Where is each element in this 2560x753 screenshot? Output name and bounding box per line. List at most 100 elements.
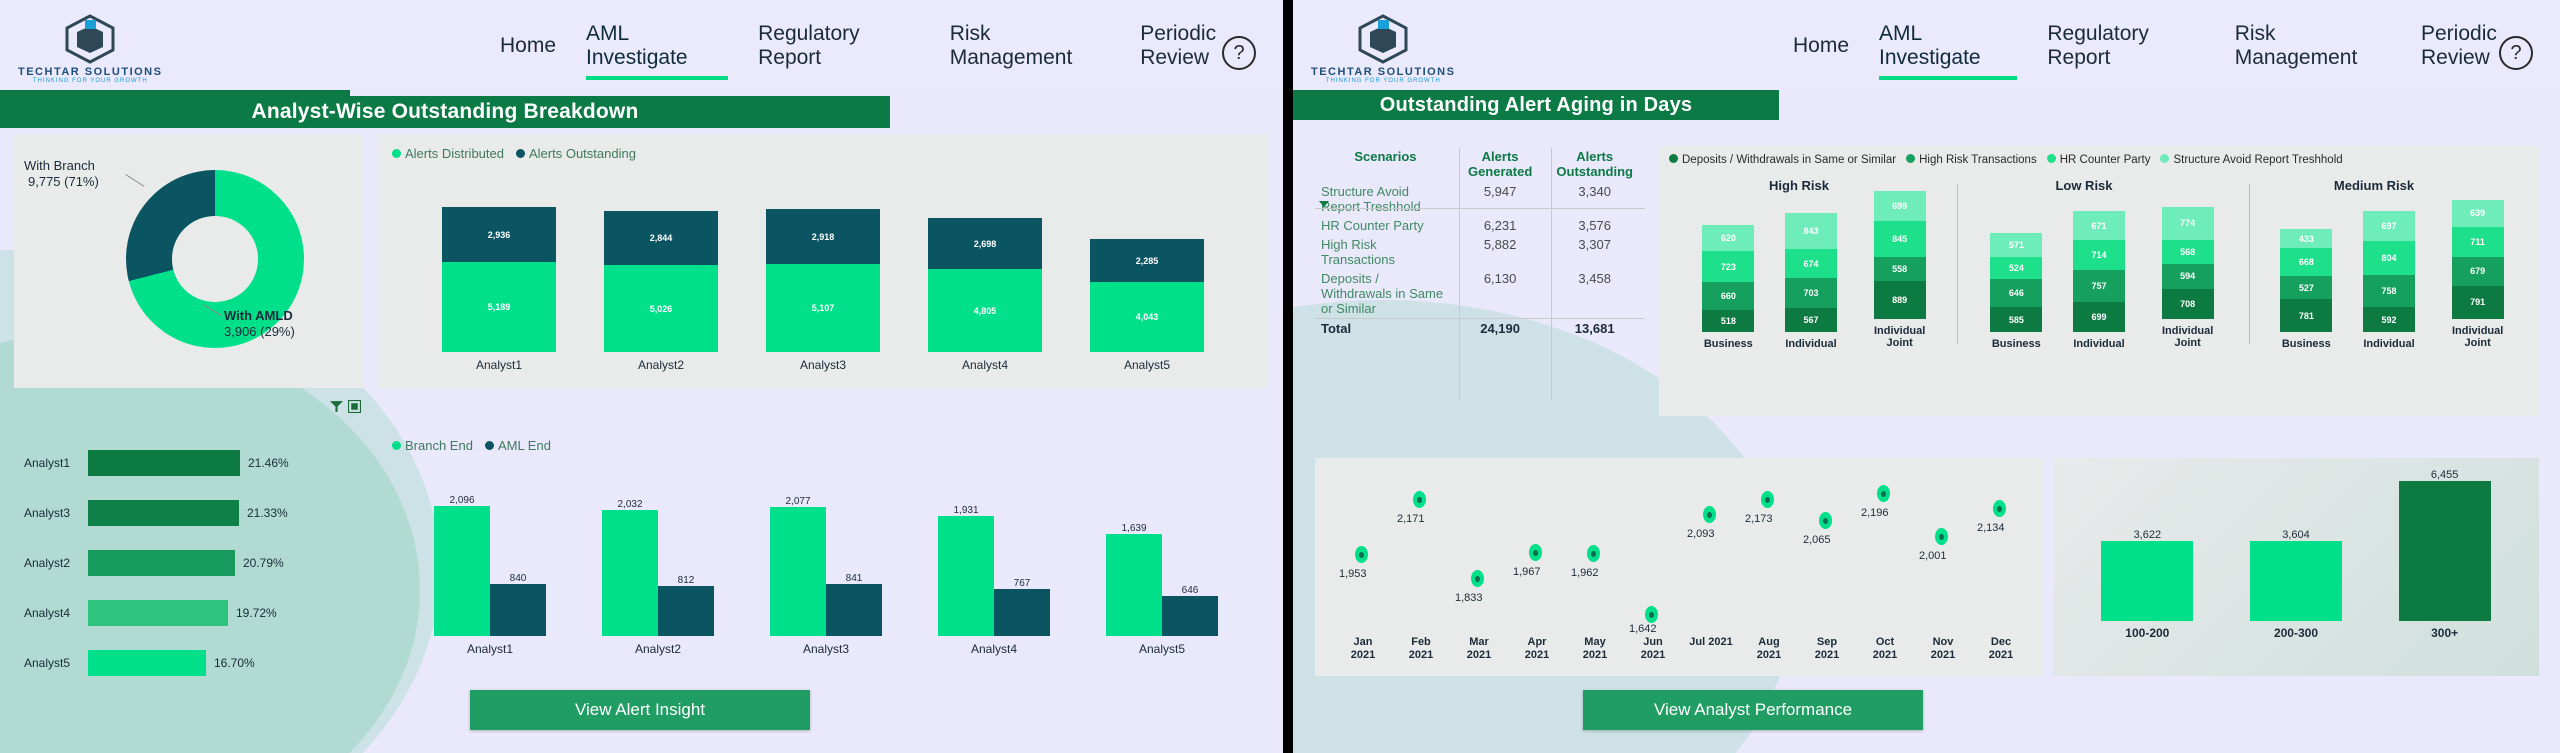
analyst-count-card: Alerts Distributed Alerts Outstanding 2,… [378,134,1268,388]
legend-item-high-risk-transactions[interactable]: High Risk Transactions [1906,154,2037,166]
nav-item-home[interactable]: Home [1793,34,1849,68]
stack-bar-business[interactable]: 433 668 527 781 Business [2280,229,2333,350]
bar-aml-end [1162,596,1218,636]
hbar-chart-card: Analyst1 21.46% Analyst3 21.33% Analyst2… [14,432,364,732]
legend-item-structure-avoid[interactable]: Structure Avoid Report Treshhold [2160,154,2343,166]
column-group-analyst1[interactable]: 2,936 5,189 Analyst1 [442,207,556,372]
focus-mode-icon[interactable] [348,400,361,418]
data-point-dec[interactable] [1993,500,2006,517]
screen-divider [1283,0,1293,753]
group-divider [2249,184,2250,344]
data-point-aug[interactable] [1761,491,1774,508]
column-group-analyst3[interactable]: 2,077 841 Analyst3 [770,496,882,656]
data-point-apr[interactable] [1529,544,1542,561]
brand-tagline: THINKING FOR YOUR GROWTH [1325,78,1441,84]
stack-bar-individual-joint[interactable]: 639 711 679 791 Individual Joint [2446,199,2510,350]
panel-title-analyst-breakdown: Analyst-Wise Outstanding Breakdown [0,96,890,128]
hbar-fill [88,500,239,526]
col-header-scenarios[interactable]: Scenarios [1315,146,1456,182]
x-tick-label: Individual [2073,338,2125,350]
stack-bar-business[interactable]: 620 723 660 518 Business [1702,225,1755,350]
legend-item-deposits-withdrawals[interactable]: Deposits / Withdrawals in Same or Simila… [1669,154,1896,166]
nav-item-risk-management[interactable]: Risk Management [2235,22,2391,80]
brand-logo[interactable]: TECHTAR SOLUTIONS THINKING FOR YOUR GROW… [1311,14,1455,84]
segment-distributed: 4,805 [928,269,1042,352]
stack-bar-individual-joint[interactable]: 699 845 558 889 Individual Joint [1868,190,1932,350]
hbar-value: 19.72% [236,606,277,620]
column-group-analyst1[interactable]: 2,096 840 Analyst1 [434,495,546,656]
help-icon[interactable]: ? [2499,36,2533,70]
data-point-oct[interactable] [1877,485,1890,502]
cell-scenario: HR Counter Party [1321,218,1424,233]
help-icon[interactable]: ? [1222,36,1256,70]
nav-item-periodic-review[interactable]: Periodic Review [1140,22,1283,80]
hbar-fill [88,450,240,476]
col-header-alerts-outstanding[interactable]: Alerts Outstanding [1544,146,1645,182]
hbar-row-analyst1[interactable]: Analyst1 21.46% [24,450,289,476]
seg-deposits: 567 [1784,308,1837,332]
stack-group-medium-risk: 433 668 527 781 Business 697 804 758 592 [2265,199,2525,350]
donut-chart-card: With Branch 9,775 (71%) With AMLD 3,906 (2… [14,134,364,388]
bar-value: 3,604 [2282,529,2310,541]
column-group-analyst5[interactable]: 2,285 4,043 Analyst5 [1090,239,1204,372]
view-analyst-performance-button[interactable]: View Analyst Performance [1583,690,1923,730]
legend-item-alerts-distributed[interactable]: Alerts Distributed [392,146,504,161]
x-tick-label: Analyst2 [634,642,682,656]
table-row[interactable]: Structure Avoid Report Treshhold 5,947 3… [1315,182,1645,216]
aging-bar-300-plus[interactable]: 6,455 300+ [2398,469,2491,640]
seg-hr-counter-party: 711 [2451,226,2504,257]
hbar-row-analyst5[interactable]: Analyst5 16.70% [24,650,255,676]
hbar-row-analyst3[interactable]: Analyst3 21.33% [24,500,288,526]
view-alert-insight-button[interactable]: View Alert Insight [470,690,810,730]
data-point-jul[interactable] [1703,506,1716,523]
nav-item-risk-management[interactable]: Risk Management [950,22,1111,80]
data-point-nov[interactable] [1935,528,1948,545]
cell-generated: 5,882 [1483,237,1517,252]
aging-bar-100-200[interactable]: 3,622 100-200 [2101,529,2194,640]
stack-bar-business[interactable]: 571 524 646 585 Business [1990,233,2043,350]
nav-item-aml-investigate[interactable]: AML Investigate [586,22,729,80]
stack-bar-individual-joint[interactable]: 774 568 594 708 Individual Joint [2156,206,2220,350]
data-point-feb[interactable] [1413,491,1426,508]
hbar-row-analyst2[interactable]: Analyst2 20.79% [24,550,284,576]
column-group-analyst4[interactable]: 2,698 4,805 Analyst4 [928,218,1042,372]
column-group-analyst5[interactable]: 1,639 646 Analyst5 [1106,523,1218,656]
legend-item-aml-end[interactable]: AML End [484,438,551,453]
data-point-may[interactable] [1587,545,1600,562]
table-row[interactable]: Deposits / Withdrawals in Same or Simila… [1315,269,1645,319]
stack-bar-individual[interactable]: 697 804 758 592 Individual [2362,211,2415,350]
stack-bar-individual[interactable]: 671 714 757 699 Individual [2072,211,2125,350]
nav-item-home[interactable]: Home [500,34,556,68]
x-tick-label: Business [1703,338,1753,350]
x-tick-label: 200-300 [2273,626,2318,640]
column-group-analyst4[interactable]: 1,931 767 Analyst4 [938,505,1050,656]
column-group-analyst2[interactable]: 2,032 812 Analyst2 [602,499,714,656]
x-tick-apr: Apr 2021 [1524,636,1550,661]
col-header-alerts-generated[interactable]: Alerts Generated [1456,146,1545,182]
aging-bar-200-300[interactable]: 3,604 200-300 [2249,529,2342,640]
legend-item-branch-end[interactable]: Branch End [392,438,473,453]
seg-hr-counter-party: 674 [1784,249,1837,278]
legend-item-alerts-outstanding[interactable]: Alerts Outstanding [515,146,636,161]
data-point-sep[interactable] [1819,512,1832,529]
table-row[interactable]: HR Counter Party 6,231 3,576 [1315,216,1645,235]
hbar-row-analyst4[interactable]: Analyst4 19.72% [24,600,277,626]
table-col-divider [1551,148,1552,400]
stack-bar-individual[interactable]: 843 674 703 567 Individual [1784,213,1837,350]
chevron-down-icon[interactable] [1319,201,1329,207]
table-row[interactable]: High Risk Transactions 5,882 3,307 [1315,235,1645,269]
legend-item-hr-counter-party[interactable]: HR Counter Party [2046,154,2150,166]
filter-icon[interactable] [330,400,343,418]
brand-logo[interactable]: TECHTAR SOLUTIONS THINKING FOR YOUR GROW… [18,14,162,84]
nav-item-regulatory-report[interactable]: Regulatory Report [758,22,920,80]
nav-item-aml-investigate[interactable]: AML Investigate [1879,22,2018,80]
data-point-jan[interactable] [1355,546,1368,563]
nav-item-regulatory-report[interactable]: Regulatory Report [2047,22,2204,80]
data-point-mar[interactable] [1471,570,1484,587]
scenario-table[interactable]: Scenarios Alerts Generated Alerts Outsta… [1315,146,1645,338]
legend-breakdown: Branch End AML End [392,438,551,453]
column-group-analyst3[interactable]: 2,918 5,107 Analyst3 [766,209,880,372]
data-point-jun[interactable] [1645,606,1658,623]
column-group-analyst2[interactable]: 2,844 5,026 Analyst2 [604,211,718,372]
nav-item-periodic-review[interactable]: Periodic Review [2421,22,2560,80]
